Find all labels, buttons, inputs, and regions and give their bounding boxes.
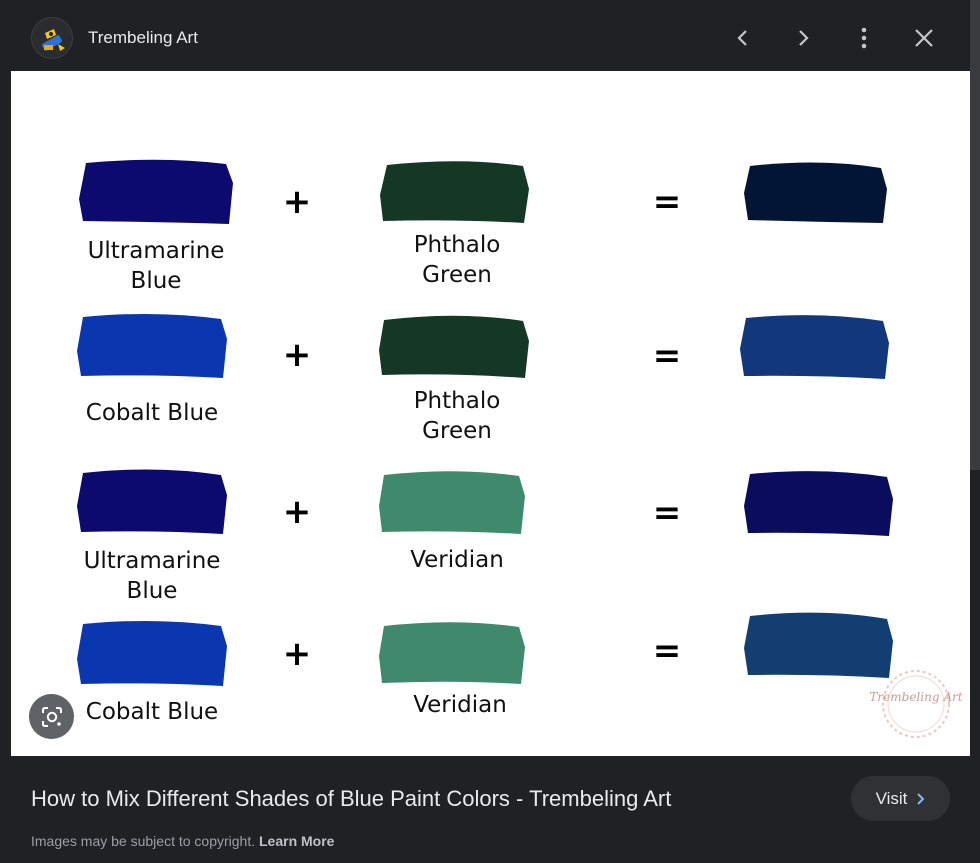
scrollbar[interactable] (970, 0, 980, 863)
paint-swatch-result (744, 162, 887, 223)
site-avatar[interactable] (31, 17, 73, 59)
watermark-text: Trembeling Art (869, 690, 962, 704)
paint-swatch-result (744, 471, 893, 536)
swatch-label-middle: Green (422, 262, 492, 288)
equals-sign: = (653, 631, 682, 671)
paint-swatch-result (744, 612, 893, 678)
swatch-label-left: Blue (127, 578, 178, 604)
search-image-with-lens-button[interactable] (29, 694, 74, 739)
trembeling-art-watermark-icon: Trembeling Art (869, 670, 963, 738)
swatch-label-left: Ultramarine (84, 548, 221, 574)
paint-swatch-middle (379, 622, 525, 684)
swatch-label-middle: Veridian (413, 692, 507, 718)
copyright-notice: Images may be subject to copyright. Lear… (31, 832, 334, 850)
visit-button[interactable]: Visit (851, 776, 950, 821)
paint-swatch-left (79, 159, 233, 224)
copyright-text: Images may be subject to copyright. (31, 833, 256, 849)
paint-swatch-middle (380, 161, 529, 223)
swatch-label-middle: Green (422, 418, 492, 444)
plus-sign: + (283, 492, 312, 532)
pencil-mascot-icon (42, 29, 65, 51)
paint-swatch-left (77, 313, 227, 378)
equals-sign: = (653, 493, 682, 533)
visit-label: Visit (875, 788, 908, 808)
plus-sign: + (283, 335, 312, 375)
google-lens-icon (41, 706, 62, 727)
plus-sign: + (283, 634, 312, 674)
swatch-label-middle: Phthalo (414, 232, 501, 258)
paint-swatch-left (77, 620, 227, 686)
more-vert-icon (861, 27, 867, 49)
equals-sign: = (653, 182, 682, 222)
learn-more-link[interactable]: Learn More (259, 833, 334, 849)
scrollbar-thumb[interactable] (970, 0, 980, 470)
next-image-button[interactable] (785, 20, 821, 56)
swatch-label-left: Blue (131, 268, 182, 294)
chevron-right-icon (799, 30, 809, 46)
swatch-label-left: Ultramarine (88, 238, 225, 264)
more-options-button[interactable] (846, 20, 882, 56)
plus-sign: + (283, 182, 312, 222)
paint-swatch-left (77, 469, 227, 534)
site-name[interactable]: Trembeling Art (88, 28, 198, 48)
paint-swatch-result (740, 315, 889, 379)
paint-swatch-middle (379, 315, 529, 378)
swatch-label-left: Cobalt Blue (86, 400, 218, 426)
close-button[interactable] (906, 20, 942, 56)
paint-swatch-middle (379, 471, 525, 534)
image-title[interactable]: How to Mix Different Shades of Blue Pain… (31, 785, 671, 813)
equals-sign: = (653, 336, 682, 376)
swatch-label-middle: Phthalo (414, 388, 501, 414)
chevron-left-icon (737, 30, 747, 46)
swatch-label-left: Cobalt Blue (86, 699, 218, 725)
viewer-header: Trembeling Art (0, 0, 980, 72)
swatch-label-middle: Veridian (410, 547, 504, 573)
chevron-right-icon (917, 792, 925, 805)
close-icon (915, 29, 933, 47)
preview-image[interactable]: Ultramarine Blue + Phthalo Green = Cobal… (11, 71, 970, 756)
previous-image-button[interactable] (725, 20, 761, 56)
